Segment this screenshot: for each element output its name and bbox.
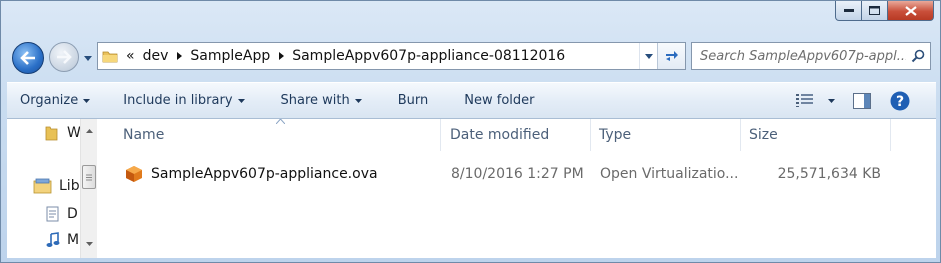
organize-label: Organize xyxy=(20,93,79,108)
breadcrumb-sampleapp[interactable]: SampleApp xyxy=(186,43,274,69)
command-bar: Organize Include in library Share with B… xyxy=(7,82,936,119)
music-icon xyxy=(46,232,60,247)
column-header-date-modified[interactable]: Date modified xyxy=(441,119,591,151)
column-header-type[interactable]: Type xyxy=(591,119,741,151)
nav-item-label: Lib xyxy=(59,178,80,194)
chevron-down-icon xyxy=(354,98,362,103)
column-header-label: Date modified xyxy=(450,127,550,143)
chevron-down-icon xyxy=(83,98,91,103)
details-view-icon xyxy=(796,94,813,107)
file-list: Name Date modified Type Size SampleAppv6… xyxy=(101,119,936,258)
breadcrumb-separator-icon[interactable] xyxy=(274,43,288,69)
breadcrumb-separator-icon[interactable] xyxy=(172,43,186,69)
scroll-up-arrow-icon[interactable] xyxy=(85,126,94,135)
maximize-button[interactable] xyxy=(862,1,888,21)
refresh-button[interactable] xyxy=(657,43,685,69)
scroll-down-arrow-icon[interactable] xyxy=(85,239,94,248)
column-header-label: Name xyxy=(123,127,165,143)
svg-text:?: ? xyxy=(896,94,904,110)
nav-item-libraries[interactable]: Lib xyxy=(33,178,80,194)
forward-button[interactable] xyxy=(49,42,79,72)
scrollbar-thumb[interactable] xyxy=(82,165,96,189)
explorer-window: « dev SampleApp SampleAppv607p-appliance… xyxy=(0,0,941,263)
address-history-button[interactable] xyxy=(639,43,657,69)
nav-item-label: W xyxy=(67,125,81,141)
file-name-cell: SampleAppv607p-appliance.ova xyxy=(101,158,441,190)
search-icon[interactable] xyxy=(906,43,930,69)
chevron-down-icon xyxy=(644,53,653,59)
breadcrumb-current-folder[interactable]: SampleAppv607p-appliance-08112016 xyxy=(288,43,569,69)
file-type: Open Virtualizatio... xyxy=(600,166,739,182)
folder-icon xyxy=(98,43,122,69)
search-input[interactable] xyxy=(700,48,906,64)
sort-ascending-icon xyxy=(276,119,285,124)
organize-menu[interactable]: Organize xyxy=(7,83,102,118)
help-icon: ? xyxy=(890,91,910,110)
chevron-down-icon xyxy=(84,55,92,61)
nav-item-label: D xyxy=(67,206,78,222)
nav-item-favorite[interactable]: W xyxy=(45,125,81,141)
address-controls xyxy=(629,43,685,69)
minimize-icon xyxy=(843,8,854,12)
preview-pane-button[interactable] xyxy=(844,83,880,118)
ova-package-icon xyxy=(125,165,143,183)
burn-button[interactable]: Burn xyxy=(374,83,441,118)
window-controls xyxy=(835,1,934,22)
file-date-modified: 8/10/2016 1:27 PM xyxy=(451,166,584,182)
file-row[interactable]: SampleAppv607p-appliance.ova 8/10/2016 1… xyxy=(101,158,936,190)
include-in-library-menu[interactable]: Include in library xyxy=(102,83,256,118)
close-button[interactable] xyxy=(888,1,934,21)
documents-icon xyxy=(46,206,59,222)
column-headers: Name Date modified Type Size xyxy=(101,119,936,151)
navigation-scrollbar[interactable] xyxy=(80,119,97,258)
change-view-button[interactable] xyxy=(792,83,818,118)
close-icon xyxy=(904,5,917,16)
refresh-icon xyxy=(665,51,678,61)
burn-label: Burn xyxy=(397,93,429,108)
new-folder-label: New folder xyxy=(464,93,535,108)
recent-pages-button[interactable] xyxy=(83,53,93,63)
libraries-icon xyxy=(33,178,52,194)
file-size: 25,571,634 KB xyxy=(777,166,881,182)
column-header-label: Type xyxy=(599,127,632,143)
search-box[interactable] xyxy=(691,42,931,70)
file-name: SampleAppv607p-appliance.ova xyxy=(151,166,378,182)
navigation-pane: W Lib D M xyxy=(7,119,101,258)
content-area: W Lib D M Name Date modified Type Size S… xyxy=(7,119,936,258)
share-with-menu[interactable]: Share with xyxy=(257,83,374,118)
maximize-icon xyxy=(869,6,880,15)
back-button[interactable] xyxy=(12,42,44,74)
nav-item-documents[interactable]: D xyxy=(45,206,78,222)
breadcrumb-overflow[interactable]: « xyxy=(122,43,139,69)
preview-pane-icon xyxy=(853,92,871,109)
view-options-button[interactable] xyxy=(818,83,844,118)
new-folder-button[interactable]: New folder xyxy=(440,83,546,118)
chevron-down-icon xyxy=(827,98,835,103)
minimize-button[interactable] xyxy=(835,1,862,21)
arrow-right-icon xyxy=(57,50,72,64)
breadcrumb: « dev SampleApp SampleAppv607p-appliance… xyxy=(122,43,629,69)
breadcrumb-dev[interactable]: dev xyxy=(139,43,173,69)
arrow-left-icon xyxy=(20,51,35,65)
help-button[interactable]: ? xyxy=(880,83,920,118)
share-with-label: Share with xyxy=(280,93,350,108)
nav-item-label: M xyxy=(67,232,80,248)
nav-item-music[interactable]: M xyxy=(45,232,79,248)
folder-icon xyxy=(45,126,58,141)
include-in-library-label: Include in library xyxy=(123,93,233,108)
column-header-size[interactable]: Size xyxy=(741,119,891,151)
grip-icon xyxy=(86,174,92,180)
chevron-down-icon xyxy=(237,98,245,103)
column-header-label: Size xyxy=(749,127,778,143)
address-bar[interactable]: « dev SampleApp SampleAppv607p-appliance… xyxy=(97,42,686,70)
view-controls: ? xyxy=(792,83,920,118)
column-header-name[interactable]: Name xyxy=(101,119,441,151)
